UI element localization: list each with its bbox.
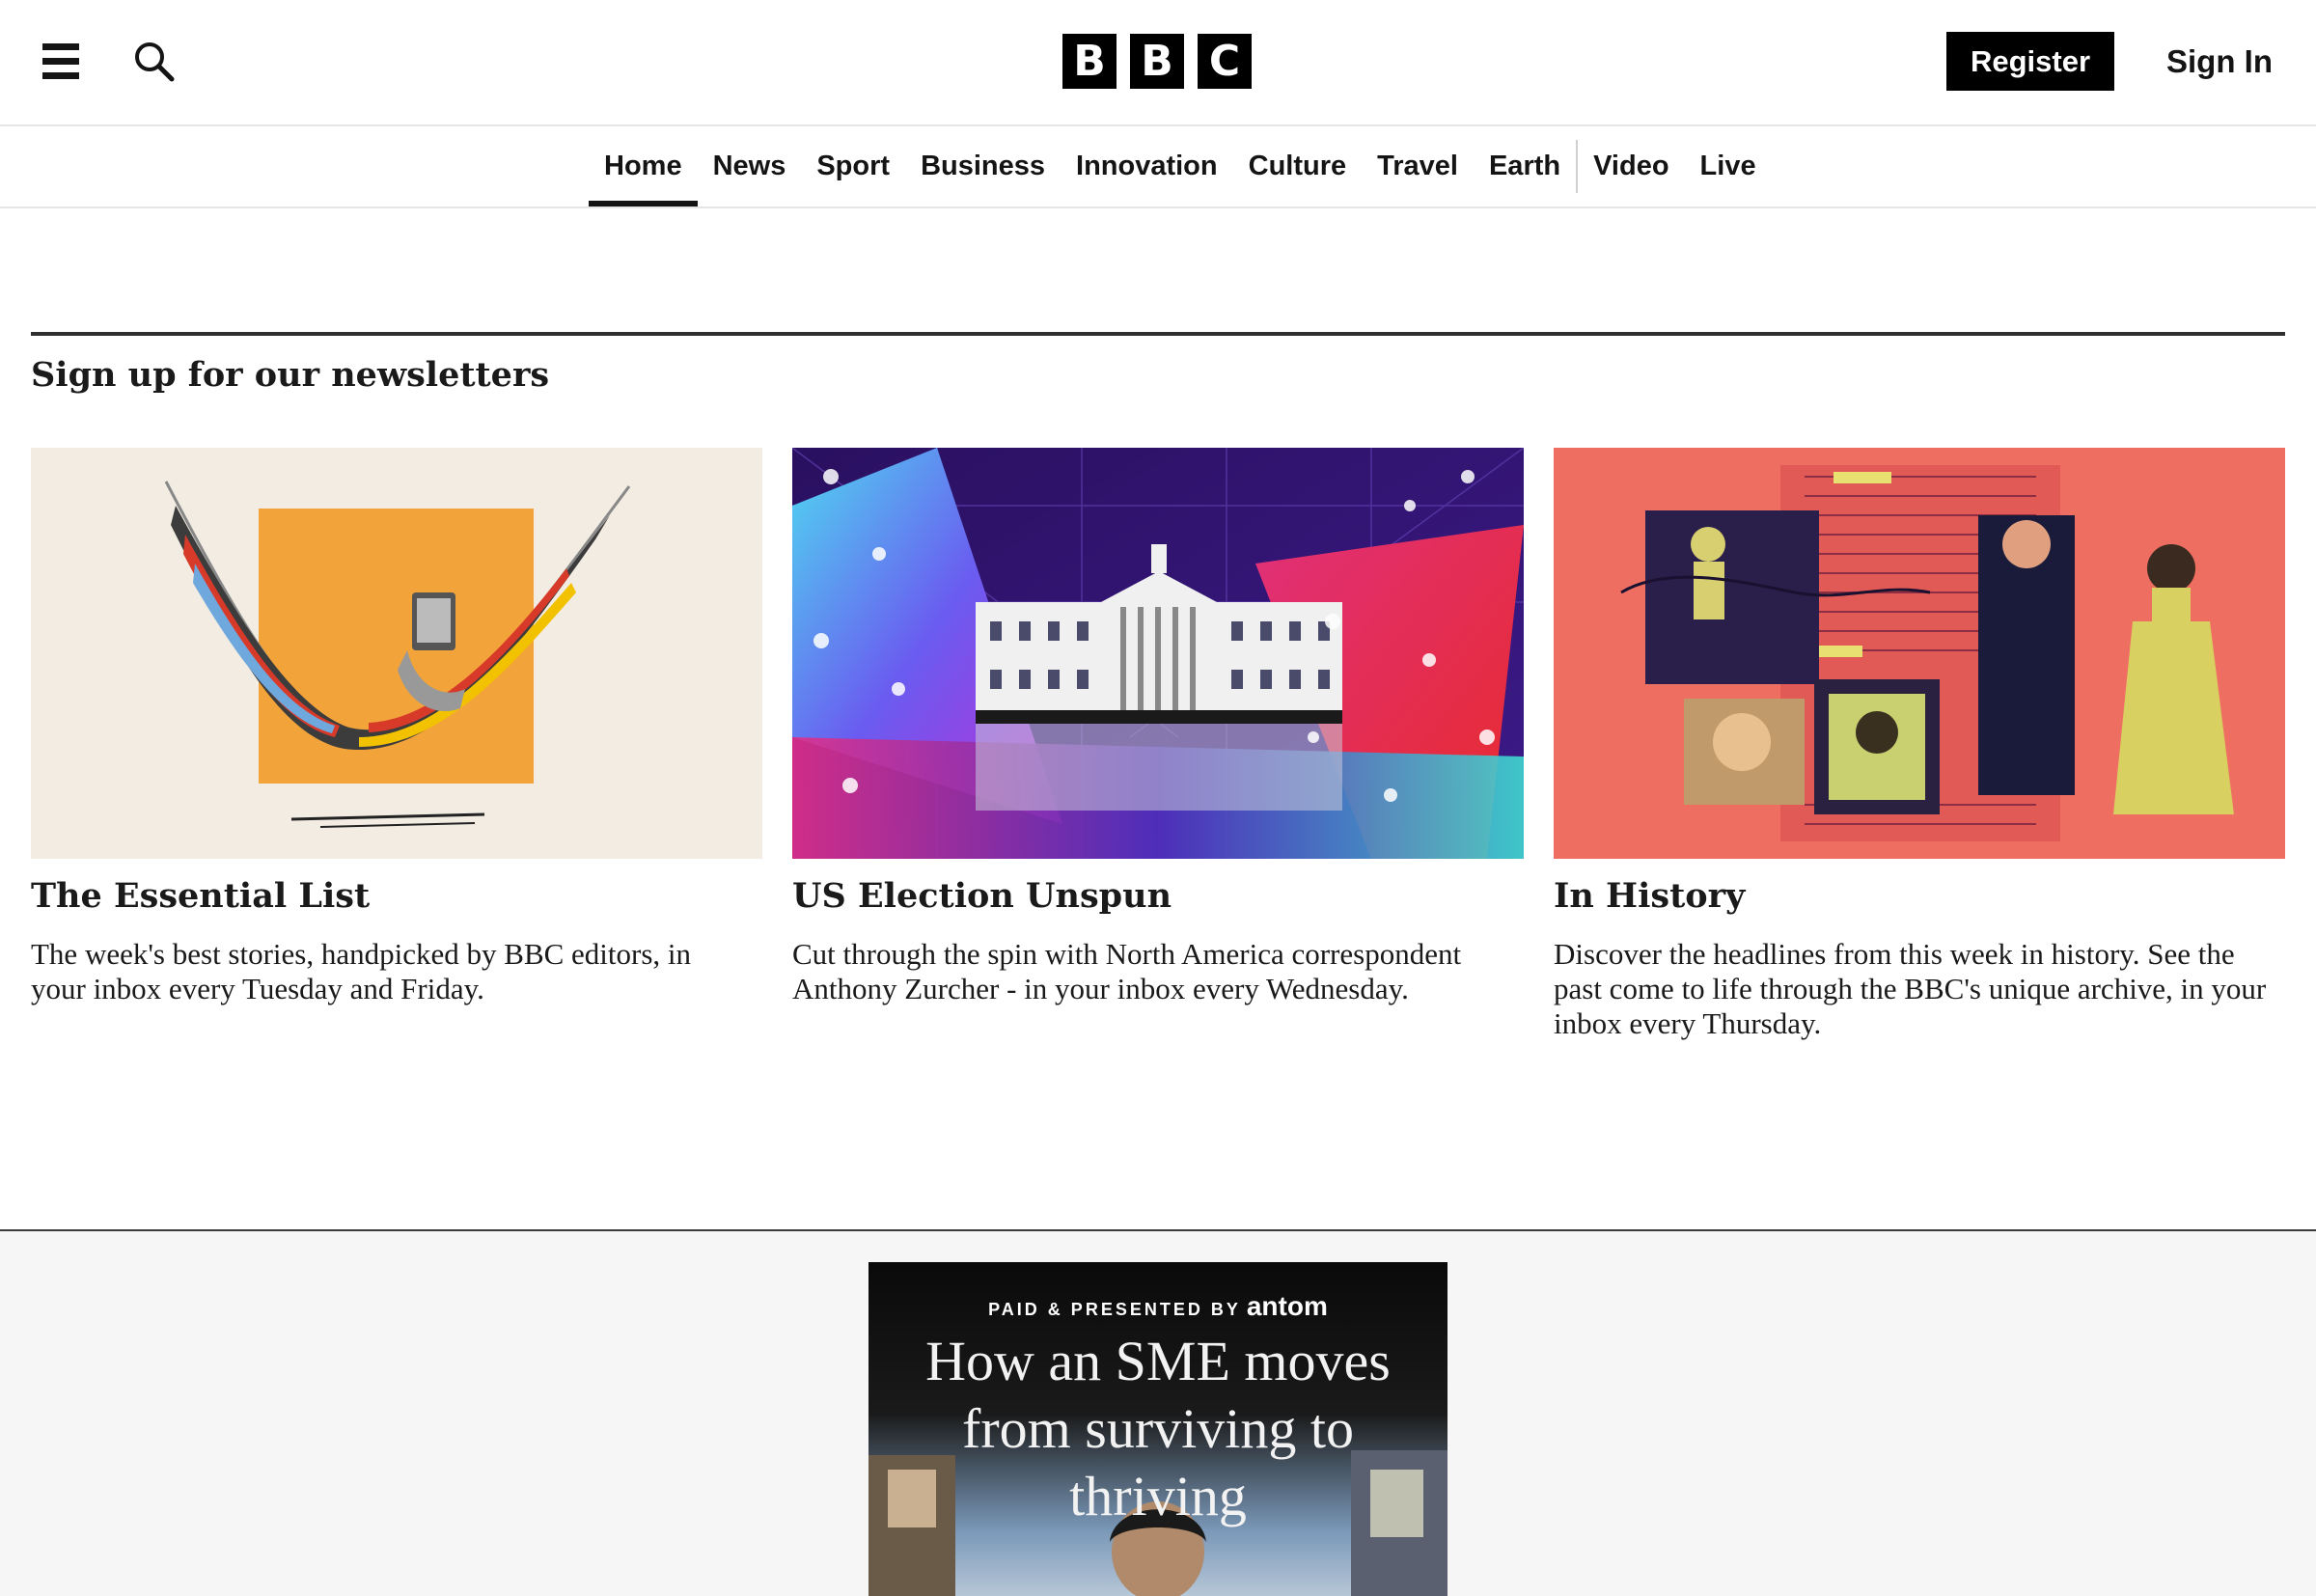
advertisement-banner[interactable]: PAID & PRESENTED BY antom How an SME move… (868, 1262, 1448, 1596)
nav-item-news[interactable]: News (698, 126, 802, 206)
ad-sponsor-text: PAID & PRESENTED BY (988, 1300, 1241, 1319)
logo-letter: C (1198, 34, 1252, 89)
in-history-image[interactable] (1554, 448, 2285, 859)
newsletter-card-us-election: US Election Unspun Cut through the spin … (792, 448, 1524, 1006)
nav-item-innovation[interactable]: Innovation (1061, 126, 1233, 206)
ad-headline: How an SME moves from surviving to thriv… (925, 1330, 1391, 1527)
card-description: The week's best stories, handpicked by B… (31, 937, 692, 1005)
nav-item-sport[interactable]: Sport (801, 126, 905, 206)
menu-bar (42, 43, 79, 50)
card-description: Discover the headlines from this week in… (1554, 937, 2267, 1040)
site-header: B B C Register Sign In (0, 0, 2316, 126)
menu-bar (42, 72, 79, 79)
search-icon[interactable] (133, 41, 176, 83)
newsletter-card-essential-list: The Essential List The week's best stori… (31, 448, 762, 1006)
section-divider (31, 332, 2285, 336)
nav-item-business[interactable]: Business (905, 126, 1061, 206)
logo-letter: B (1062, 34, 1117, 89)
ad-sponsor-label: PAID & PRESENTED BY antom (868, 1291, 1448, 1322)
menu-bar (42, 58, 79, 65)
essential-list-image[interactable] (31, 448, 762, 859)
menu-icon[interactable] (41, 39, 83, 83)
nav-item-earth[interactable]: Earth (1474, 126, 1576, 206)
nav-item-home[interactable]: Home (589, 126, 698, 206)
nav-list: Home News Sport Business Innovation Cult… (589, 126, 1772, 206)
nav-item-video[interactable]: Video (1578, 126, 1684, 206)
newsletter-card-in-history: In History Discover the headlines from t… (1554, 448, 2285, 1041)
nav-item-travel[interactable]: Travel (1362, 126, 1474, 206)
nav-item-culture[interactable]: Culture (1233, 126, 1363, 206)
register-button[interactable]: Register (1946, 32, 2114, 91)
advertisement-section: PAID & PRESENTED BY antom How an SME move… (0, 1229, 2316, 1596)
card-title[interactable]: US Election Unspun (792, 876, 1524, 916)
newsletters-heading: Sign up for our newsletters (31, 355, 550, 395)
sign-in-link[interactable]: Sign In (2166, 32, 2273, 91)
card-description: Cut through the spin with North America … (792, 937, 1462, 1005)
main-nav: Home News Sport Business Innovation Cult… (0, 126, 2316, 208)
ad-brand-logo: antom (1246, 1291, 1328, 1321)
nav-item-live[interactable]: Live (1685, 126, 1772, 206)
card-title[interactable]: In History (1554, 876, 2285, 916)
card-title[interactable]: The Essential List (31, 876, 762, 916)
logo-letter: B (1130, 34, 1184, 89)
bbc-logo[interactable]: B B C (1062, 34, 1252, 89)
us-election-image[interactable] (792, 448, 1524, 859)
